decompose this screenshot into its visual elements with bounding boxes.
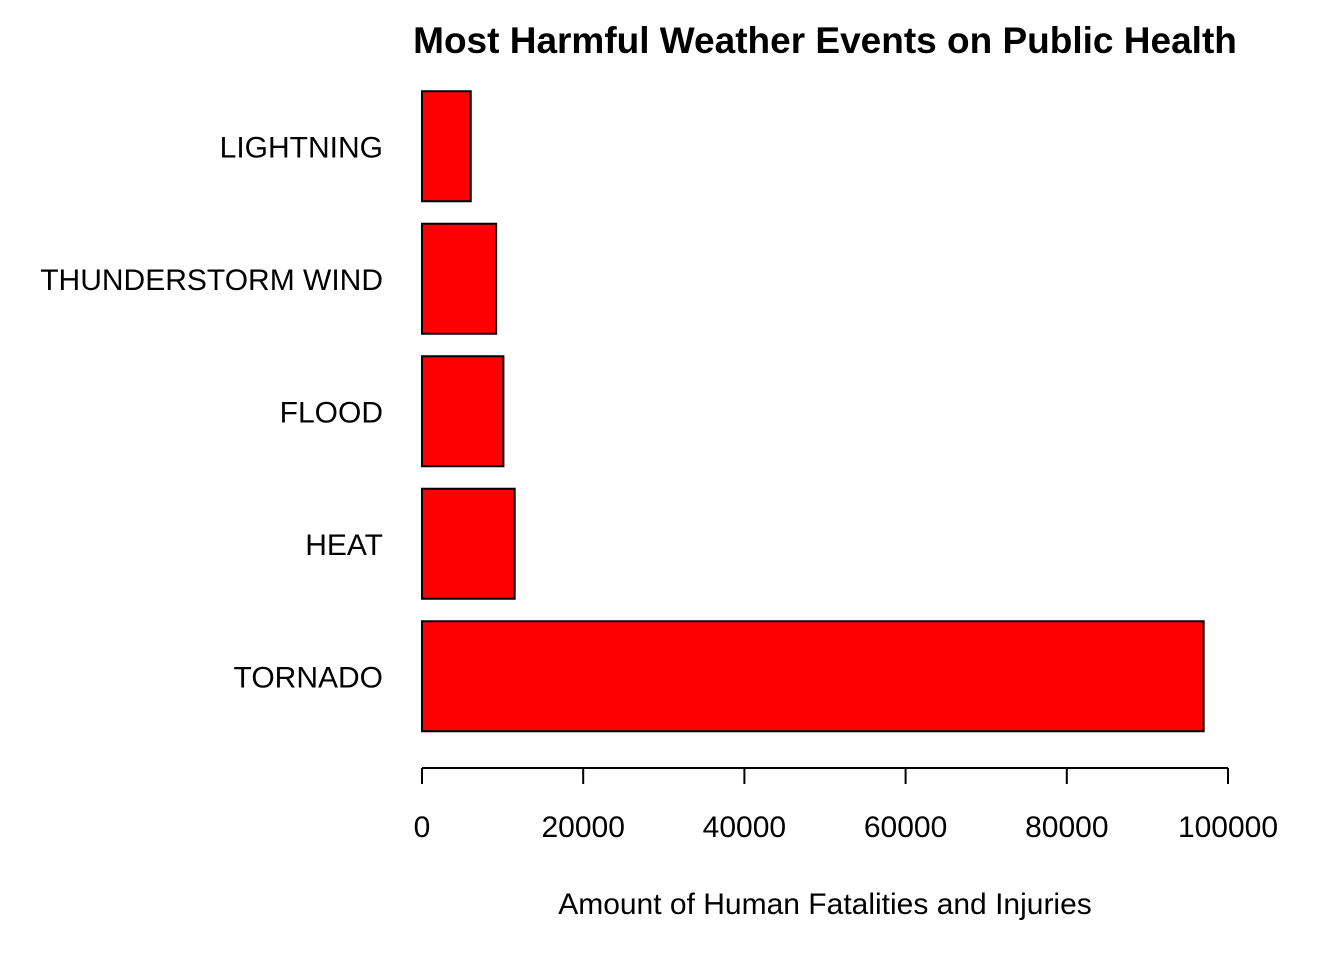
category-label: THUNDERSTORM WIND — [40, 264, 383, 297]
x-tick-label: 40000 — [703, 811, 786, 844]
bar-lightning — [421, 90, 472, 203]
x-tick-label: 100000 — [1178, 811, 1278, 844]
category-label: HEAT — [305, 529, 383, 562]
bars-group — [421, 90, 1205, 733]
bar-tornado — [421, 620, 1205, 733]
bar-thunderstorm-wind — [421, 222, 498, 335]
category-labels: TORNADO HEAT FLOOD THUNDERSTORM WIND LIGHTNI… — [40, 131, 383, 694]
category-label: TORNADO — [234, 661, 383, 694]
bar-chart: Most Harmful Weather Events on Public He… — [40, 20, 1278, 921]
x-tick-label: 60000 — [864, 811, 947, 844]
x-tick-label: 0 — [414, 811, 431, 844]
bar-flood — [421, 355, 505, 468]
category-label: LIGHTNING — [220, 131, 383, 164]
chart-title: Most Harmful Weather Events on Public He… — [413, 20, 1237, 61]
bar-heat — [421, 487, 516, 600]
category-label: FLOOD — [280, 396, 383, 429]
x-axis: 0 20000 40000 60000 80000 100000 — [414, 767, 1278, 844]
x-tick-label: 20000 — [541, 811, 624, 844]
x-axis-label: Amount of Human Fatalities and Injuries — [558, 888, 1092, 921]
x-tick-label: 80000 — [1025, 811, 1108, 844]
